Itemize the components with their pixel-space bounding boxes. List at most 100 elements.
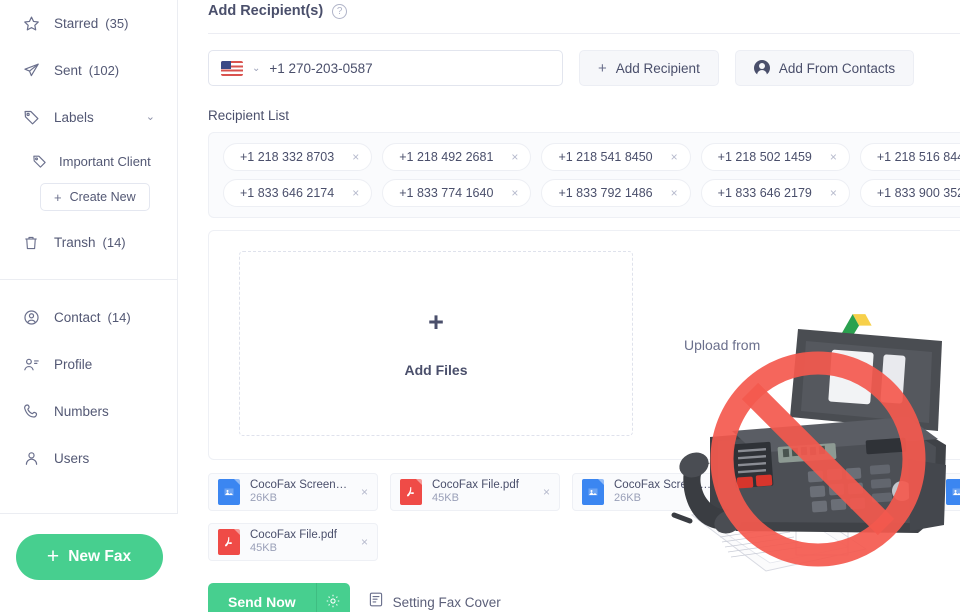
add-files-dropzone[interactable]: + Add Files <box>239 251 633 436</box>
sidebar-item-labels[interactable]: Labels ⌄ <box>0 94 177 141</box>
phone-icon <box>22 403 40 421</box>
recipient-chip-label: +1 833 646 2179 <box>717 186 812 200</box>
sidebar-item-label: Users <box>54 451 90 466</box>
recipient-phone-input[interactable]: ⌄ +1 270-203-0587 <box>208 50 563 86</box>
add-recipient-button[interactable]: + Add Recipient <box>579 50 719 86</box>
remove-recipient-icon[interactable]: × <box>830 150 837 164</box>
sidebar-item-count: (102) <box>88 63 120 78</box>
pdf-file-icon <box>400 479 422 505</box>
plus-icon: + <box>598 59 607 77</box>
recipient-chip[interactable]: +1 218 516 8441× <box>859 143 960 171</box>
google-drive-icon <box>839 313 878 347</box>
setting-fax-cover-link[interactable]: Setting Fax Cover <box>368 591 501 612</box>
attached-file-chip[interactable]: CocoFax File.pdf 45KB × <box>754 473 924 511</box>
add-from-contacts-label: Add From Contacts <box>778 60 896 76</box>
attached-file-name: CocoFax File.pdf <box>796 478 883 491</box>
attached-file-meta: CocoFax Screensho...26KB <box>614 478 715 506</box>
remove-file-icon[interactable]: × <box>907 485 914 499</box>
sidebar-item-label: Transh <box>54 235 96 250</box>
image-file-icon <box>218 479 240 505</box>
user-circle-icon <box>22 309 40 327</box>
page-title-text: Add Recipient(s) <box>208 3 324 19</box>
remove-recipient-icon[interactable]: × <box>511 150 518 164</box>
remove-recipient-icon[interactable]: × <box>830 186 837 200</box>
remove-file-icon[interactable]: × <box>725 485 732 499</box>
remove-recipient-icon[interactable]: × <box>352 186 359 200</box>
remove-recipient-icon[interactable]: × <box>511 186 518 200</box>
remove-file-icon[interactable]: × <box>361 485 368 499</box>
recipient-chip-label: +1 218 502 1459 <box>717 150 812 164</box>
file-upload-card: + Add Files Upload from Google Drive <box>208 230 960 460</box>
recipient-chip[interactable]: +1 833 774 1640 × <box>382 179 532 207</box>
sidebar-item-sent[interactable]: Sent (102) <box>0 47 177 94</box>
attached-file-chip[interactable]: CocoFax File.pdf 45KB × <box>208 523 378 561</box>
sidebar-item-label: Contact <box>54 310 101 325</box>
recipient-chip[interactable]: +1 833 900 3521× <box>859 179 960 207</box>
gear-icon <box>325 593 341 612</box>
divider <box>208 33 960 34</box>
sidebar-item-label: Labels <box>54 110 94 125</box>
remove-recipient-icon[interactable]: × <box>671 186 678 200</box>
upload-from-label: Upload from <box>684 337 761 353</box>
attached-file-chip[interactable]: CocoFax Screensho...26KB × <box>572 473 742 511</box>
recipient-chip[interactable]: +1 218 541 8450 × <box>541 143 691 171</box>
attached-file-chip[interactable]: CocoFax Screensho...26KB × <box>208 473 378 511</box>
recipient-chip-label: +1 833 646 2174 <box>240 186 335 200</box>
recipient-chip[interactable]: +1 833 792 1486 × <box>541 179 691 207</box>
profile-icon <box>22 356 40 374</box>
remove-file-icon[interactable]: × <box>543 485 550 499</box>
attached-files-list: CocoFax Screensho...26KB×CocoFax File.pd… <box>208 473 960 561</box>
us-flag-icon <box>221 60 243 76</box>
send-now-button[interactable]: Send Now <box>208 583 316 612</box>
star-icon <box>22 15 40 33</box>
attached-file-meta: CocoFax Screensho...26KB <box>250 478 351 506</box>
google-drive-upload-button[interactable]: Google Drive <box>821 313 897 369</box>
sidebar-item-transh[interactable]: Transh (14) <box>0 219 177 266</box>
attached-file-size: 45KB <box>796 492 823 505</box>
recipient-chip-label: +1 218 516 8441 <box>876 150 960 164</box>
attached-file-size: 26KB <box>614 492 641 505</box>
recipient-chip-label: +1 833 774 1640 <box>399 186 494 200</box>
chevron-down-icon[interactable]: ⌄ <box>146 112 155 123</box>
attached-file-name: CocoFax Screensho... <box>250 478 351 491</box>
attached-file-meta: CocoFax File.pdf 45KB <box>796 478 897 506</box>
recipient-chip[interactable]: +1 218 492 2681 × <box>382 143 532 171</box>
recipient-chip[interactable]: +1 833 646 2179 × <box>700 179 850 207</box>
sidebar-item-label: Profile <box>54 357 93 372</box>
recipient-list-box: +1 218 332 8703 × +1 218 492 2681 × +1 218 5… <box>208 132 960 218</box>
attached-file-chip[interactable]: CocoFax Screensho...26KB× <box>936 473 960 511</box>
recipient-chip[interactable]: +1 833 646 2174 × <box>223 179 373 207</box>
attached-file-chip[interactable]: CocoFax File.pdf 45KB × <box>390 473 560 511</box>
new-fax-button[interactable]: + New Fax <box>15 534 163 580</box>
recipient-chip[interactable]: +1 218 332 8703 × <box>223 143 373 171</box>
add-recipient-label: Add Recipient <box>615 60 700 76</box>
sidebar-item-numbers[interactable]: Numbers <box>0 388 177 435</box>
sidebar-item-contact[interactable]: Contact (14) <box>0 294 177 341</box>
sidebar-item-starred[interactable]: Starred (35) <box>0 0 177 47</box>
create-new-label-button[interactable]: + Create New <box>40 183 150 211</box>
recipient-chips: +1 218 332 8703 × +1 218 492 2681 × +1 218 5… <box>223 143 960 207</box>
create-new-label: Create New <box>69 190 136 204</box>
attached-file-meta: CocoFax File.pdf 45KB <box>432 478 533 506</box>
add-from-contacts-button[interactable]: Add From Contacts <box>734 50 915 86</box>
send-settings-button[interactable] <box>315 583 350 612</box>
sidebar-item-profile[interactable]: Profile <box>0 341 177 388</box>
attached-file-size: 45KB <box>250 542 277 555</box>
google-drive-label: Google Drive <box>821 354 897 369</box>
recipient-chip[interactable]: +1 218 502 1459 × <box>700 143 850 171</box>
fax-app-window: Starred (35) Sent (102) Labels ⌄ Importa… <box>0 0 960 612</box>
sidebar-item-important-client[interactable]: Important Client <box>0 141 177 181</box>
remove-recipient-icon[interactable]: × <box>352 150 359 164</box>
attached-file-name: CocoFax File.pdf <box>432 478 519 491</box>
remove-file-icon[interactable]: × <box>361 535 368 549</box>
user-icon <box>22 450 40 468</box>
plus-icon: + <box>46 544 60 568</box>
contact-avatar-icon <box>753 60 770 76</box>
recipient-list-label: Recipient List <box>208 108 290 123</box>
remove-recipient-icon[interactable]: × <box>671 150 678 164</box>
new-fax-container: + New Fax <box>0 513 178 612</box>
sidebar-item-users[interactable]: Users <box>0 435 177 482</box>
help-icon[interactable]: ? <box>332 3 348 19</box>
chevron-down-icon[interactable]: ⌄ <box>252 63 260 74</box>
pdf-file-icon <box>764 479 786 505</box>
